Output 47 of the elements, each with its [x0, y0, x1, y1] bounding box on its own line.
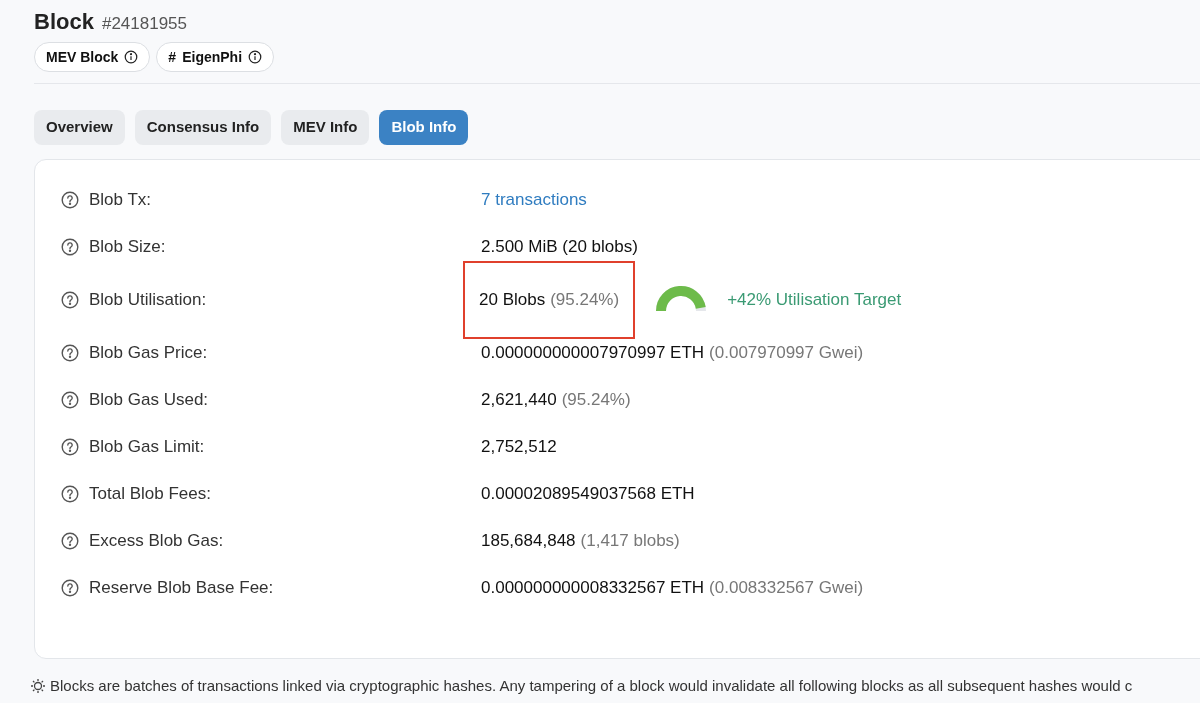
field-note: (0.007970997 Gwei) — [709, 341, 864, 364]
help-icon[interactable] — [61, 531, 79, 550]
tab[interactable]: MEV Info — [281, 110, 370, 145]
page-title: Block — [34, 8, 94, 36]
help-icon[interactable] — [61, 390, 79, 409]
field-value: 2.500 MiB (20 blobs) — [481, 235, 638, 258]
field-value: 2,752,512 — [481, 435, 557, 458]
help-icon[interactable] — [61, 343, 79, 362]
help-icon[interactable] — [61, 578, 79, 597]
block-number: #24181955 — [101, 13, 187, 35]
field-label: Blob Size: — [89, 235, 166, 258]
badge-label: MEV Block — [46, 47, 119, 67]
footer-note: Blocks are batches of transactions linked via cryptographic hashes. Any tampering of a block would invalidate all following blocks as all subsequent hashes would c — [50, 676, 1133, 696]
tab[interactable]: Blob Info — [379, 110, 469, 145]
help-icon[interactable] — [61, 237, 79, 256]
tag-badge[interactable]: MEV Block — [34, 42, 151, 72]
field-value: 20 Blobs — [479, 288, 546, 311]
help-icon[interactable] — [61, 437, 79, 456]
info-icon — [124, 50, 139, 64]
field-label: Blob Gas Limit: — [89, 435, 205, 458]
field-note: (95.24%) — [561, 388, 631, 411]
field-note: (0.008332567 Gwei) — [709, 576, 864, 599]
field-label: Blob Gas Price: — [89, 341, 208, 364]
field-label: Blob Utilisation: — [89, 288, 207, 311]
field-value: 0.000000000007970997 ETH — [481, 341, 705, 364]
info-icon — [248, 50, 263, 64]
utilisation-target: +42% Utilisation Target — [727, 288, 902, 311]
field-value: 0.00002089549037568 ETH — [481, 482, 695, 505]
transactions-link[interactable]: 7 transactions — [481, 186, 587, 213]
field-label: Excess Blob Gas: — [89, 529, 224, 552]
field-label: Blob Gas Used: — [89, 388, 209, 411]
help-icon[interactable] — [61, 484, 79, 503]
tab[interactable]: Overview — [34, 110, 125, 145]
field-value: 185,684,848 — [481, 529, 576, 552]
field-note: (1,417 blobs) — [580, 529, 680, 552]
field-value: 0.000000000008332567 ETH — [481, 576, 705, 599]
help-icon[interactable] — [61, 190, 79, 209]
field-label: Total Blob Fees: — [89, 482, 211, 505]
tag-badge[interactable]: # EigenPhi — [156, 42, 275, 72]
badge-label: EigenPhi — [182, 47, 243, 67]
tab[interactable]: Consensus Info — [134, 110, 272, 145]
field-note: (95.24%) — [550, 288, 620, 311]
badge-prefix: # — [168, 47, 177, 67]
field-label: Reserve Blob Base Fee: — [89, 576, 274, 599]
field-label: Blob Tx: — [89, 188, 152, 211]
help-icon[interactable] — [61, 290, 79, 309]
field-value: 2,621,440 — [481, 388, 557, 411]
